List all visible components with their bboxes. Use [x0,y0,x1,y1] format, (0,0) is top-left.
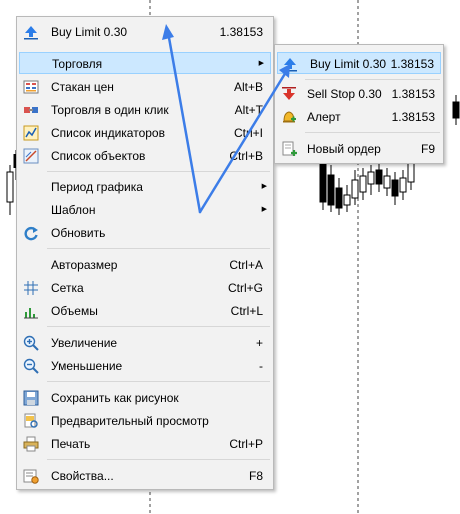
menu-item-autoscale[interactable]: Авторазмер Ctrl+A [17,254,273,276]
print-icon [23,436,39,452]
buy-limit-icon [23,24,39,40]
menu-separator [305,132,440,133]
submenu-arrow-icon: ▶ [261,183,267,190]
trading-submenu: Buy Limit 0.30 1.38153 Sell Stop 0.30 1.… [274,44,444,164]
refresh-icon [23,225,39,241]
objects-list-icon [23,148,39,164]
menu-item-grid[interactable]: Сетка Ctrl+G [17,277,273,299]
menu-separator [305,79,440,80]
depth-of-market-icon [23,79,39,95]
menu-item-label: Стакан цен [51,80,114,94]
submenu-item-value: F9 [420,142,435,156]
menu-item-indicators-list[interactable]: Список индикаторов Ctrl+I [17,122,273,144]
submenu-item-new-order[interactable]: Новый ордер F9 [275,138,443,160]
menu-item-shortcut: Ctrl+G [227,281,263,295]
submenu-item-value: 1.38153 [391,110,435,124]
menu-item-properties[interactable]: Свойства... F8 [17,465,273,487]
menu-item-label: Уменьшение [51,359,123,373]
menu-item-label: Обновить [51,226,106,240]
menu-item-label: Авторазмер [51,258,118,272]
new-order-icon [281,141,297,157]
menu-item-label: Свойства... [51,469,114,483]
submenu-item-sell-stop[interactable]: Sell Stop 0.30 1.38153 [275,83,443,105]
menu-item-trading[interactable]: Торговля ▶ [19,52,271,74]
menu-item-print-preview[interactable]: Предварительный просмотр [17,410,273,432]
grid-icon [23,280,39,296]
menu-item-save-as-picture[interactable]: Сохранить как рисунок [17,387,273,409]
menu-separator [47,171,270,172]
zoom-out-icon [23,358,39,374]
menu-separator [47,381,270,382]
menu-item-buy-limit[interactable]: Buy Limit 0.30 1.38153 [17,21,273,43]
menu-item-objects-list[interactable]: Список объектов Ctrl+B [17,145,273,167]
menu-item-one-click-trading[interactable]: Торговля в один клик Alt+T [17,99,273,121]
menu-item-label: Предварительный просмотр [51,414,209,428]
menu-item-shortcut: Ctrl+I [233,126,263,140]
menu-item-print[interactable]: Печать Ctrl+P [17,433,273,455]
submenu-item-value: 1.38153 [390,57,434,71]
submenu-arrow-icon: ▶ [261,206,267,213]
menu-item-label: Увеличение [51,336,118,350]
menu-item-label: Объемы [51,304,98,318]
menu-item-label: Сетка [51,281,84,295]
chart-context-menu: Buy Limit 0.30 1.38153 Торговля ▶ Стакан… [16,16,274,490]
submenu-item-alert[interactable]: Алерт 1.38153 [275,106,443,128]
menu-item-label: Buy Limit 0.30 [51,25,128,39]
submenu-item-value: 1.38153 [391,87,435,101]
menu-item-volumes[interactable]: Объемы Ctrl+L [17,300,273,322]
save-picture-icon [23,390,39,406]
submenu-item-label: Buy Limit 0.30 [310,57,387,71]
alert-bell-icon [281,109,297,125]
menu-item-shortcut: Alt+T [234,103,263,117]
menu-item-label: Список объектов [51,149,146,163]
menu-item-shortcut: Ctrl+L [230,304,263,318]
submenu-arrow-icon: ▶ [258,60,264,67]
menu-item-shortcut: Ctrl+A [229,258,263,272]
menu-item-template[interactable]: Шаблон ▶ [17,199,273,221]
menu-item-shortcut: Ctrl+P [229,437,263,451]
one-click-trading-icon [23,102,39,118]
menu-item-zoom-out[interactable]: Уменьшение - [17,355,273,377]
menu-item-label: Шаблон [51,203,96,217]
menu-separator [47,326,270,327]
menu-item-shortcut: Ctrl+B [229,149,263,163]
zoom-in-icon [23,335,39,351]
menu-item-label: Сохранить как рисунок [51,391,179,405]
indicators-list-icon [23,125,39,141]
sell-stop-icon [281,86,297,102]
menu-item-shortcut: - [259,359,263,373]
menu-separator [47,248,270,249]
print-preview-icon [23,413,39,429]
buy-limit-icon [282,56,298,72]
submenu-item-label: Алерт [307,110,341,124]
menu-item-shortcut: F8 [248,469,263,483]
volumes-icon [23,303,39,319]
menu-separator [47,459,270,460]
menu-item-label: Торговля [52,57,103,71]
menu-item-refresh[interactable]: Обновить [17,222,273,244]
menu-item-shortcut: + [255,336,263,350]
menu-item-label: Торговля в один клик [51,103,169,117]
menu-item-zoom-in[interactable]: Увеличение + [17,332,273,354]
menu-item-depth-of-market[interactable]: Стакан цен Alt+B [17,76,273,98]
menu-item-chart-period[interactable]: Период графика ▶ [17,176,273,198]
menu-item-label: Список индикаторов [51,126,165,140]
menu-item-label: Печать [51,437,91,451]
submenu-item-label: Sell Stop 0.30 [307,87,382,101]
menu-item-value: 1.38153 [219,25,263,39]
submenu-item-label: Новый ордер [307,142,381,156]
menu-item-label: Период графика [51,180,143,194]
submenu-item-buy-limit[interactable]: Buy Limit 0.30 1.38153 [277,52,441,74]
menu-item-shortcut: Alt+B [233,80,263,94]
properties-icon [23,468,39,484]
